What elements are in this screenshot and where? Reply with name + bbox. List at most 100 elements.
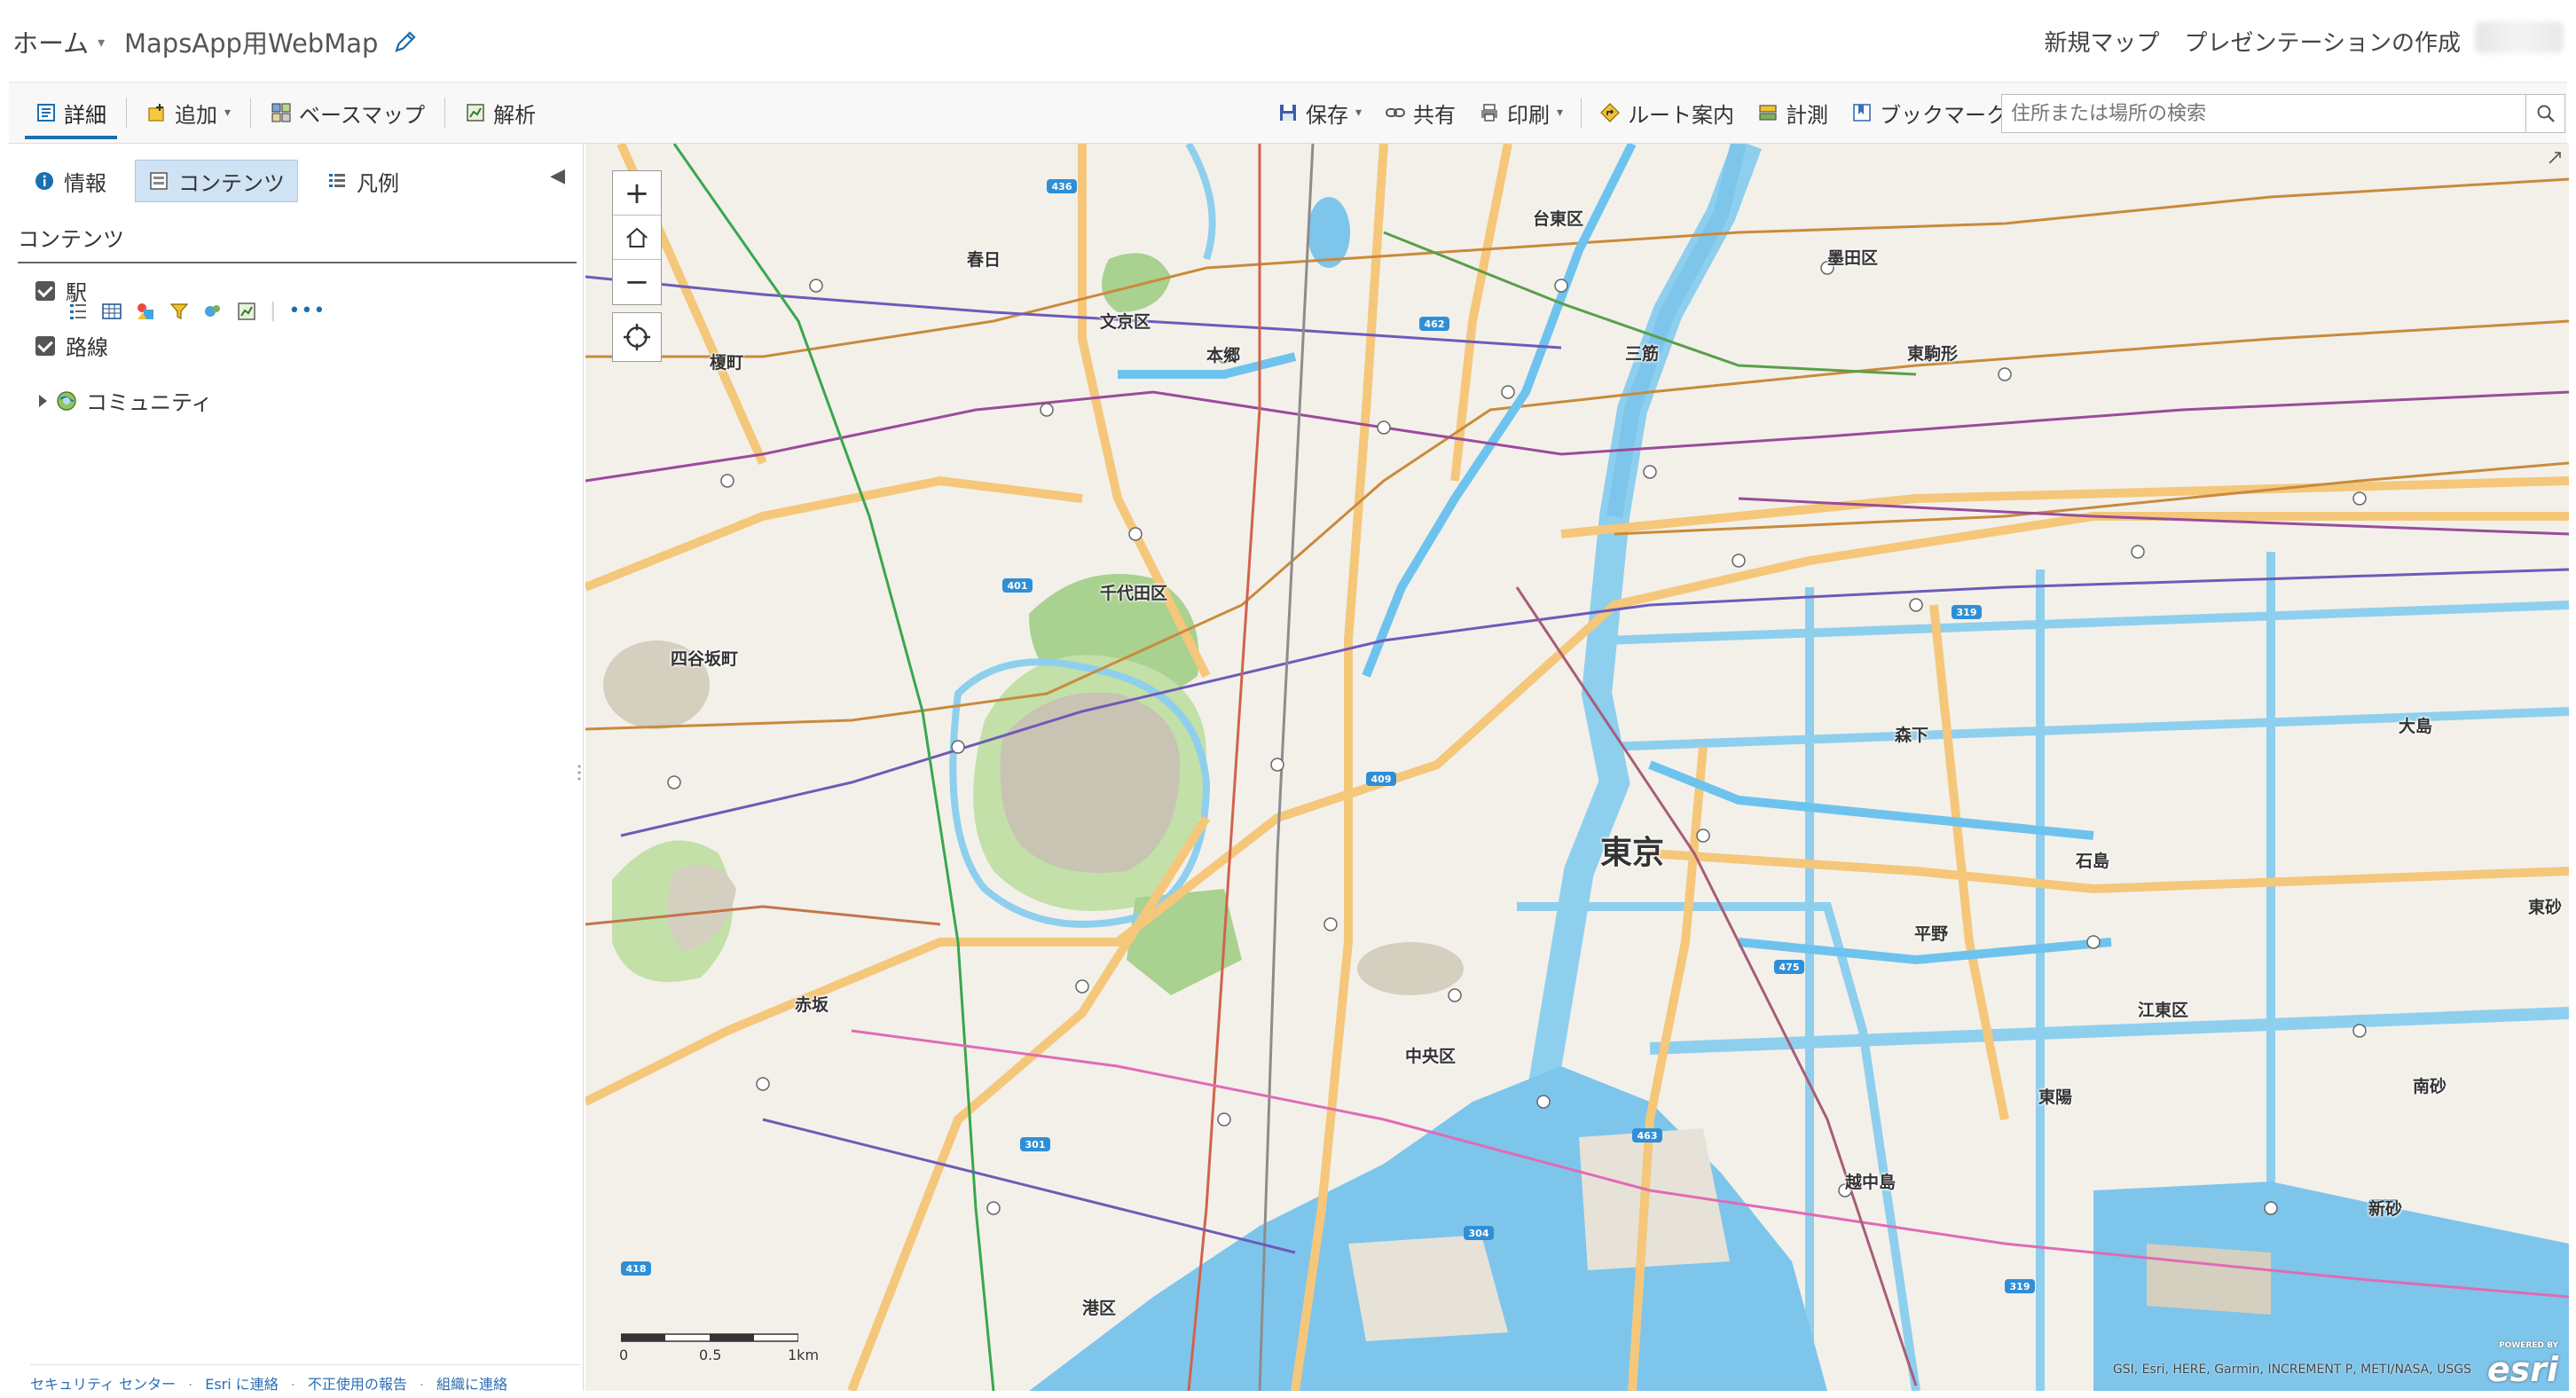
legend-list-icon bbox=[329, 174, 345, 187]
print-label: 印刷 bbox=[1507, 102, 1551, 128]
tab-legend[interactable]: 凡例 bbox=[314, 160, 412, 202]
zoom-in-button[interactable]: + bbox=[613, 171, 661, 216]
measure-button[interactable]: 計測 bbox=[1747, 90, 1839, 136]
new-map-button[interactable]: 新規マップ bbox=[2045, 25, 2160, 58]
map-label-higashikomagata: 東駒形 bbox=[1907, 344, 1959, 364]
scale-label-half: 0.5 bbox=[699, 1347, 722, 1363]
details-label: 詳細 bbox=[64, 102, 106, 128]
layer-checkbox[interactable] bbox=[35, 335, 55, 356]
edit-pencil-icon[interactable] bbox=[392, 28, 419, 55]
print-button[interactable]: 印刷 ▾ bbox=[1468, 90, 1574, 136]
svg-text:319: 319 bbox=[2010, 1281, 2030, 1292]
map-label-chuo: 中央区 bbox=[1405, 1047, 1457, 1066]
security-center-link[interactable]: セキュリティ センター bbox=[30, 1372, 176, 1394]
analysis-button[interactable]: 解析 bbox=[454, 90, 546, 136]
collapse-panel-icon[interactable]: ◀ bbox=[550, 165, 565, 187]
analysis-label: 解析 bbox=[493, 102, 537, 128]
chevron-down-icon[interactable]: ▾ bbox=[98, 34, 105, 51]
scale-label-one: 1km bbox=[788, 1347, 820, 1363]
perform-analysis-icon[interactable] bbox=[202, 301, 224, 322]
map-label-ojima: 大島 bbox=[2399, 717, 2433, 736]
details-icon bbox=[37, 104, 55, 122]
map-title-text: MapsApp用WebMap bbox=[124, 28, 379, 59]
create-presentation-button[interactable]: プレゼンテーションの作成 bbox=[2185, 25, 2461, 58]
layer-row-community[interactable]: コミュニティ bbox=[39, 385, 213, 416]
map-label-hirano: 平野 bbox=[1914, 924, 1949, 944]
esri-powered-text: POWERED BY bbox=[2499, 1341, 2558, 1350]
svg-text:409: 409 bbox=[1371, 774, 1392, 785]
scale-bar bbox=[621, 1333, 798, 1342]
search-input[interactable] bbox=[2001, 94, 2526, 133]
default-extent-button[interactable] bbox=[613, 216, 661, 260]
esri-name-text: esri bbox=[2486, 1350, 2558, 1389]
save-button[interactable]: 保存 ▾ bbox=[1267, 90, 1372, 136]
map-label-yotsuya: 四谷坂町 bbox=[671, 649, 739, 669]
panel-resize-handle[interactable] bbox=[577, 763, 582, 782]
map-label-chiyoda: 千代田区 bbox=[1100, 584, 1168, 603]
info-icon bbox=[35, 172, 53, 190]
filter-icon[interactable] bbox=[169, 301, 190, 322]
map-label-bunkyo: 文京区 bbox=[1100, 312, 1151, 332]
map-label-akasaka: 赤坂 bbox=[795, 995, 829, 1015]
share-label: 共有 bbox=[1413, 102, 1457, 128]
home-menu[interactable]: ホーム ▾ bbox=[12, 23, 105, 60]
esri-logo[interactable]: POWERED BY esri bbox=[2478, 1338, 2560, 1389]
route-shield: 436 bbox=[1052, 181, 1072, 192]
map-label-hongo: 本郷 bbox=[1206, 346, 1241, 365]
chevron-down-icon: ▾ bbox=[224, 106, 232, 120]
tab-about[interactable]: 情報 bbox=[21, 160, 119, 202]
separator: . bbox=[290, 1372, 295, 1389]
expand-triangle-icon[interactable] bbox=[39, 394, 47, 407]
layer-name[interactable]: 路線 bbox=[66, 330, 108, 361]
content-list-icon bbox=[150, 172, 168, 190]
locate-button[interactable] bbox=[612, 312, 662, 362]
map-label-ishijima: 石島 bbox=[2076, 852, 2110, 871]
save-disk-icon bbox=[1280, 105, 1296, 121]
svg-text:401: 401 bbox=[1008, 580, 1028, 592]
map-view[interactable]: 436 401 462 319 409 475 463 301 418 304 … bbox=[585, 144, 2569, 1391]
layer-name[interactable]: コミュニティ bbox=[86, 385, 213, 416]
separator bbox=[126, 98, 127, 128]
directions-button[interactable]: ルート案内 bbox=[1589, 90, 1745, 136]
map-label-minamisuna: 南砂 bbox=[2413, 1077, 2447, 1096]
home-label[interactable]: ホーム bbox=[12, 23, 89, 60]
show-legend-icon[interactable] bbox=[67, 301, 89, 322]
change-style-icon[interactable] bbox=[135, 301, 156, 322]
analysis-map-icon[interactable] bbox=[236, 301, 257, 322]
svg-text:463: 463 bbox=[1637, 1130, 1658, 1142]
contact-org-link[interactable]: 組織に連絡 bbox=[436, 1372, 507, 1394]
user-menu[interactable] bbox=[2475, 21, 2564, 53]
details-button[interactable]: 詳細 bbox=[25, 86, 117, 139]
report-abuse-link[interactable]: 不正使用の報告 bbox=[308, 1372, 407, 1394]
expand-map-icon[interactable] bbox=[2546, 149, 2564, 167]
map-label-sumida: 墨田区 bbox=[1827, 248, 1879, 268]
panel-tabs: 情報 コンテンツ 凡例 bbox=[21, 160, 412, 202]
search-button[interactable] bbox=[2526, 94, 2565, 133]
map-label-shinsuna: 新砂 bbox=[2368, 1199, 2403, 1219]
svg-text:319: 319 bbox=[1957, 607, 1977, 618]
tab-content[interactable]: コンテンツ bbox=[135, 160, 298, 202]
map-attribution[interactable]: GSI, Esri, HERE, Garmin, INCREMENT P, ME… bbox=[2113, 1363, 2471, 1377]
contact-esri-link[interactable]: Esri に連絡 bbox=[205, 1372, 279, 1394]
layer-checkbox[interactable] bbox=[35, 280, 55, 301]
share-button[interactable]: 共有 bbox=[1374, 90, 1466, 136]
contents-section-title: コンテンツ bbox=[18, 222, 577, 263]
svg-text:462: 462 bbox=[1425, 318, 1445, 330]
footer-links: セキュリティ センター . Esri に連絡 . 不正使用の報告 . 組織に連絡 bbox=[30, 1364, 580, 1394]
attribute-table-icon[interactable] bbox=[101, 301, 122, 322]
basemap-button[interactable]: ベースマップ bbox=[260, 90, 436, 136]
more-options-icon[interactable]: ••• bbox=[288, 300, 326, 322]
separator bbox=[1581, 98, 1583, 128]
map-label-tokyo: 東京 bbox=[1600, 835, 1665, 871]
layer-row-lines[interactable]: 路線 bbox=[35, 330, 108, 361]
zoom-control: + − bbox=[612, 170, 662, 305]
content-panel: 情報 コンテンツ 凡例 ◀ コンテンツ 駅 | ••• 路線 コミュニティ セキ… bbox=[9, 144, 584, 1394]
zoom-out-button[interactable]: − bbox=[613, 260, 661, 304]
chevron-down-icon: ▾ bbox=[1557, 106, 1564, 120]
svg-text:301: 301 bbox=[1025, 1139, 1046, 1151]
add-button[interactable]: 追加 ▾ bbox=[136, 90, 241, 136]
measure-label: 計測 bbox=[1786, 102, 1829, 128]
scale-label-zero: 0 bbox=[619, 1347, 629, 1363]
bookmarks-button[interactable]: ブックマーク bbox=[1841, 90, 2018, 136]
separator: . bbox=[188, 1372, 193, 1389]
